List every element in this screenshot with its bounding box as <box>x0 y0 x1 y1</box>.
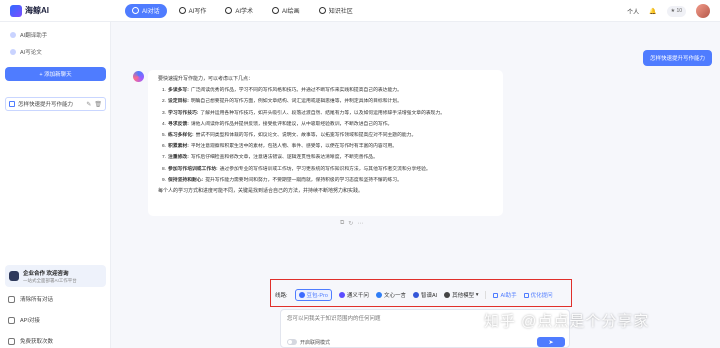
nav-label: AI对话 <box>142 9 160 15</box>
chevron-down-icon: ▾ <box>475 292 479 298</box>
api-icon <box>8 316 15 324</box>
model-selector: 线路: 豆包-Pro 通义千问 文心一言 智谱AI 其他模型 ▾ AI助手 优化… <box>275 289 553 301</box>
chat-history-label: 怎样快速提升写作能力 <box>18 102 74 108</box>
optimize-question-link[interactable]: 优化提问 <box>523 291 553 299</box>
nav-label: AI学术 <box>235 9 254 15</box>
answer-point: 4. 寻求反馈: 请他人阅读你的作品并提供反馈，接受批评和建议，从中吸取经验教训，不… <box>162 121 393 127</box>
copy-icon[interactable]: ⧉ <box>340 220 344 227</box>
promo-subtitle: 一站式全面部署AI工作平台 <box>23 277 77 283</box>
nav-item-ai-painting[interactable]: AI绘画 <box>265 4 307 18</box>
nav-label: AI绘画 <box>282 9 300 15</box>
enterprise-icon <box>9 271 19 281</box>
delete-icon[interactable]: 🗑 <box>94 101 102 108</box>
answer-point: 6. 积累素材: 平时注意观察和积累生活中的素材，包括人物、事件、感受等，以便在写作… <box>162 144 398 150</box>
send-icon: ➤ <box>548 339 554 346</box>
nav-label: 知识社区 <box>328 9 353 15</box>
promo-title: 企业合作 欢迎咨询 <box>23 270 69 277</box>
new-chat-button[interactable]: + 添加新聊天 <box>5 67 106 81</box>
answer-tools: ⧉ ↻ ⋯ <box>340 220 363 227</box>
sidebar-item-label: AI翻译助手 <box>20 33 48 39</box>
sidebar-item-translate[interactable]: AI翻译助手 <box>6 28 105 42</box>
translate-icon <box>10 32 16 38</box>
edit-icon[interactable]: ✎ <box>86 101 91 108</box>
assistant-answer: 要快速提升写作能力，可以考虑以下几点： 1. 多读多写: 广泛阅读优秀的作品，学习不… <box>148 70 503 216</box>
answer-point: 9. 保持坚持和耐心: 提升写作能力需要时间和努力，不要期望一蹴而就，保持积极的学习… <box>162 177 402 183</box>
answer-intro: 要快速提升写作能力，可以考虑以下几点： <box>158 76 254 82</box>
model-option-other[interactable]: 其他模型 ▾ <box>444 291 478 299</box>
sidebar-item-paper[interactable]: AI写论文 <box>6 45 105 59</box>
logo-text: 海鲸AI <box>25 6 49 15</box>
chat-icon <box>9 101 15 107</box>
web-mode-toggle[interactable] <box>287 339 297 345</box>
nav-item-ai-chat[interactable]: AI对话 <box>125 3 167 18</box>
api-button[interactable]: API对接 <box>8 316 40 324</box>
doubao-icon <box>298 292 305 298</box>
answer-point: 3. 学习写作技巧: 了解并运用各种写作技巧，如开头吸引人、段落过渡自然、结尾有力等… <box>162 110 446 116</box>
assistant-icon <box>493 292 499 298</box>
nav-item-ai-academic[interactable]: AI学术 <box>218 4 260 18</box>
bot-avatar <box>133 71 144 82</box>
model-option-wenxin[interactable]: 文心一言 <box>375 291 406 299</box>
free-credits-button[interactable]: 免费获取次数 <box>8 337 53 345</box>
model-option-zhipu[interactable]: 智谱AI <box>412 291 437 299</box>
optimize-icon <box>523 292 529 298</box>
points-badge[interactable]: ★ 10 <box>666 5 686 17</box>
answer-outro: 每个人的学习方式和进度可能不同，关键是找到适合自己的方法，并持续不断地努力和实践… <box>158 187 364 194</box>
answer-point: 5. 练习多样化: 尝试不同类型和体裁的写作，如议论文、说明文、故事等，以拓宽写作领… <box>162 132 417 138</box>
model-option-tongyi[interactable]: 通义千问 <box>338 291 369 299</box>
more-icon[interactable]: ⋯ <box>357 220 363 227</box>
nav-item-ai-writing[interactable]: AI写作 <box>172 4 214 18</box>
academic-icon <box>225 7 233 14</box>
model-option-doubao[interactable]: 豆包-Pro <box>294 289 332 301</box>
bell-icon[interactable]: 🔔 <box>649 8 656 15</box>
wenxin-icon <box>375 292 382 298</box>
zhipu-icon <box>412 292 419 298</box>
chat-input[interactable] <box>287 314 517 328</box>
footer-label: API对接 <box>20 318 40 324</box>
trash-icon <box>8 295 15 303</box>
top-bar: 海鲸AI AI对话 AI写作 AI学术 AI绘画 知识社区 个人 🔔 ★ 10 <box>0 0 720 22</box>
chat-history-item[interactable]: 怎样快速提升写作能力 ✎ 🗑 <box>5 97 106 111</box>
community-icon <box>318 7 326 14</box>
ai-assistant-link[interactable]: AI助手 <box>493 291 517 299</box>
gift-icon <box>8 337 15 345</box>
paint-icon <box>272 7 280 14</box>
footer-label: 清除所有对话 <box>20 297 54 303</box>
sidebar: AI翻译助手 AI写论文 + 添加新聊天 怎样快速提升写作能力 ✎ 🗑 企业合作 … <box>0 22 111 348</box>
answer-point: 7. 注重修改: 写作后仔细检查和修改文章，注意语法错误、逻辑连贯性和表达清晰度，不… <box>162 155 378 161</box>
sidebar-item-label: AI写论文 <box>20 50 42 56</box>
grid-icon <box>444 292 451 298</box>
logo-icon <box>10 4 22 17</box>
personal-link[interactable]: 个人 <box>627 7 639 16</box>
logo[interactable]: 海鲸AI <box>10 4 110 17</box>
web-mode-label: 开启联网模式 <box>300 340 331 346</box>
pen-icon <box>178 7 186 14</box>
avatar[interactable] <box>696 4 710 18</box>
main-nav: AI对话 AI写作 AI学术 AI绘画 知识社区 <box>125 3 360 18</box>
nav-label: AI写作 <box>188 9 207 15</box>
top-right-actions: 个人 🔔 ★ 10 <box>627 0 710 22</box>
paper-icon <box>10 49 16 55</box>
answer-point: 1. 多读多写: 广泛阅读优秀的作品，学习不同的写作风格和技巧。并通过不断写作来实践… <box>162 88 402 94</box>
chat-icon <box>132 7 139 14</box>
watermark: 知乎 @点点是个分享家 <box>484 313 650 330</box>
send-button[interactable]: ➤ <box>537 337 565 347</box>
model-selector-highlight: 线路: 豆包-Pro 通义千问 文心一言 智谱AI 其他模型 ▾ AI助手 优化… <box>270 279 572 307</box>
model-label: 线路: <box>275 293 288 299</box>
answer-point: 8. 参加写作培训或工作坊: 通过参加专业的写作培训或工作坊，学习更系统的写作知识和… <box>162 166 431 172</box>
refresh-icon[interactable]: ↻ <box>348 220 353 227</box>
points-value: 10 <box>676 8 682 14</box>
footer-label: 免费获取次数 <box>20 339 54 345</box>
user-message: 怎样快速提升写作能力 <box>642 50 712 66</box>
enterprise-promo[interactable]: 企业合作 欢迎咨询 一站式全面部署AI工作平台 <box>5 265 106 287</box>
clear-all-button[interactable]: 清除所有对话 <box>8 295 53 303</box>
answer-point: 2. 设定目标: 明确自己想要提升的写作方面，例如文章结构、词汇运用或逻辑思维等，并… <box>162 99 402 105</box>
nav-item-community[interactable]: 知识社区 <box>312 4 360 18</box>
tongyi-icon <box>338 292 345 298</box>
divider <box>485 291 487 299</box>
